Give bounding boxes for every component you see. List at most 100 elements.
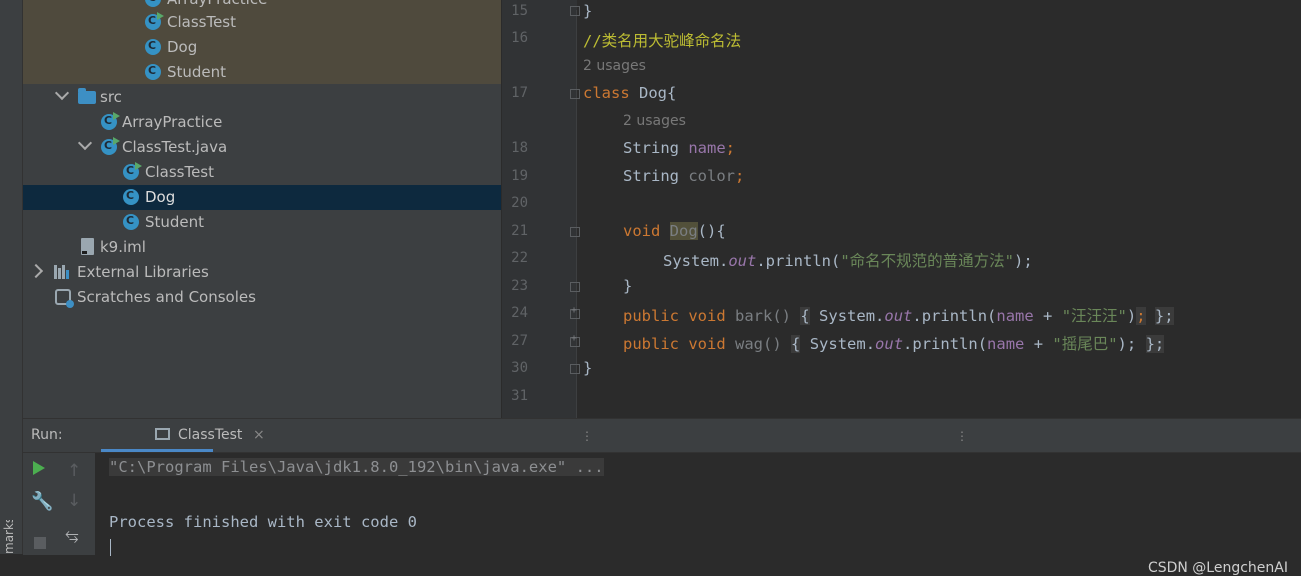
tree-item-scratches[interactable]: Scratches and Consoles xyxy=(23,285,501,310)
fold-expand-icon[interactable] xyxy=(570,305,580,319)
fold-marker-icon[interactable] xyxy=(570,89,580,99)
tree-item-label: Student xyxy=(145,213,205,231)
tree-item-src[interactable]: src xyxy=(23,85,501,110)
line-number: 24 xyxy=(511,305,528,321)
library-icon xyxy=(54,265,72,279)
tree-item-external-libraries[interactable]: External Libraries xyxy=(23,260,501,285)
tree-item-arraypractice[interactable]: ArrayPractice xyxy=(23,110,501,135)
line-number: 27 xyxy=(511,333,528,349)
line-number: 15 xyxy=(511,3,528,19)
java-class-icon xyxy=(145,12,164,30)
stop-icon[interactable] xyxy=(34,537,46,549)
active-tab-indicator xyxy=(101,449,213,452)
tree-item-label: External Libraries xyxy=(77,263,209,281)
code-line-19: String color; xyxy=(623,167,745,185)
scratches-icon xyxy=(55,289,74,308)
java-class-icon xyxy=(145,0,161,7)
usages-hint[interactable]: 2 usages xyxy=(583,58,646,74)
java-class-icon xyxy=(145,64,161,80)
java-class-icon xyxy=(123,189,139,205)
fold-marker-icon[interactable] xyxy=(570,227,580,237)
code-line-21: void Dog(){ xyxy=(623,222,726,240)
line-number: 17 xyxy=(511,85,528,101)
bookmarks-tool-tab[interactable]: marks xyxy=(2,520,20,554)
rerun-icon[interactable] xyxy=(33,461,45,475)
line-number: 22 xyxy=(511,250,528,266)
java-class-icon xyxy=(101,112,120,130)
fold-guide-line xyxy=(576,10,577,418)
text-caret xyxy=(110,539,111,556)
tree-item-k9-iml[interactable]: k9.iml xyxy=(23,235,501,260)
code-line-16: //类名用大驼峰命名法 xyxy=(583,32,742,50)
run-tool-window: Run: ClassTest × ⋮ ⋮ 🔧 ↑ ↓ ⥃ "C:\Program… xyxy=(23,418,1301,576)
code-line-30: } xyxy=(583,359,593,377)
code-line-24: public void bark() { System.out.println(… xyxy=(623,307,1174,325)
java-class-icon xyxy=(123,162,142,180)
more-options-icon[interactable]: ⋮ xyxy=(956,429,968,443)
more-options-icon[interactable]: ⋮ xyxy=(581,429,593,443)
tree-item-dog-out[interactable]: Dog xyxy=(23,35,501,60)
code-editor[interactable]: 15 16 17 18 19 20 21 22 23 24 27 30 31 }… xyxy=(502,0,1301,418)
chevron-down-icon[interactable] xyxy=(54,85,70,101)
tree-item-label: ClassTest.java xyxy=(122,138,228,156)
line-number: 18 xyxy=(511,140,528,156)
watermark: CSDN @LengchenAI xyxy=(1147,560,1288,576)
bookmarks-tab-label: marks xyxy=(2,520,16,554)
tree-item-label: Scratches and Consoles xyxy=(77,288,256,306)
tree-item-student-out[interactable]: Student xyxy=(23,60,501,85)
java-class-icon xyxy=(145,39,161,55)
code-line-27: public void wag() { System.out.println(n… xyxy=(623,335,1165,353)
soft-wrap-icon[interactable]: ⥃ xyxy=(65,525,79,545)
tree-item-classtest-java[interactable]: ClassTest.java xyxy=(23,135,501,160)
tree-item-classtest[interactable]: ClassTest xyxy=(23,160,501,185)
tree-item-student[interactable]: Student xyxy=(23,210,501,235)
project-tree: ArrayPractice ClassTest Dog Student src … xyxy=(23,0,501,418)
wrench-icon[interactable]: 🔧 xyxy=(31,491,53,512)
module-file-icon xyxy=(81,238,94,255)
console-output[interactable]: "C:\Program Files\Java\jdk1.8.0_192\bin\… xyxy=(97,453,1301,576)
tree-item-label: ArrayPractice xyxy=(122,113,223,131)
code-line-17: class Dog{ xyxy=(583,84,677,102)
line-number: 16 xyxy=(511,30,528,46)
run-label: Run: xyxy=(31,427,63,443)
fold-expand-icon[interactable] xyxy=(570,333,580,347)
line-number: 30 xyxy=(511,360,528,376)
fold-marker-icon[interactable] xyxy=(570,6,580,16)
java-file-icon xyxy=(101,137,120,155)
usages-hint[interactable]: 2 usages xyxy=(623,113,686,129)
run-toolbar: 🔧 ↑ ↓ ⥃ xyxy=(23,453,95,555)
folder-icon xyxy=(78,88,96,104)
tree-item-label: ClassTest xyxy=(167,13,237,31)
tree-item-label: k9.iml xyxy=(100,238,146,256)
arrow-down-icon[interactable]: ↓ xyxy=(67,491,81,511)
tab-classtest[interactable]: ClassTest × xyxy=(89,419,265,452)
tree-item-label: ClassTest xyxy=(145,163,215,181)
code-line-18: String name; xyxy=(623,139,736,157)
tab-label: ClassTest xyxy=(178,427,243,443)
java-class-icon xyxy=(123,214,139,230)
chevron-down-icon[interactable] xyxy=(77,135,93,151)
fold-marker-icon[interactable] xyxy=(570,282,580,292)
tree-item-classtest-out[interactable]: ClassTest xyxy=(23,10,501,35)
line-number: 23 xyxy=(511,278,528,294)
code-line-22: System.out.println("命名不规范的普通方法"); xyxy=(663,252,1033,270)
tree-item-dog[interactable]: Dog xyxy=(23,185,501,210)
console-line: "C:\Program Files\Java\jdk1.8.0_192\bin\… xyxy=(109,458,604,476)
arrow-up-icon[interactable]: ↑ xyxy=(67,461,81,481)
line-number: 19 xyxy=(511,168,528,184)
code-line-15: } xyxy=(583,2,593,20)
console-icon xyxy=(155,428,170,440)
tree-item-label: Dog xyxy=(167,38,198,56)
fold-marker-icon[interactable] xyxy=(570,364,580,374)
line-number: 21 xyxy=(511,223,528,239)
console-line: Process finished with exit code 0 xyxy=(109,513,417,531)
tree-item-label: Student xyxy=(167,63,227,81)
run-header: Run: ClassTest × ⋮ ⋮ xyxy=(23,419,1301,453)
tree-item-label: Dog xyxy=(145,188,176,206)
code-line-23: } xyxy=(623,277,633,295)
line-number: 20 xyxy=(511,195,528,211)
chevron-right-icon[interactable] xyxy=(28,263,44,279)
tree-item-label: src xyxy=(100,88,122,106)
close-icon[interactable]: × xyxy=(253,427,265,443)
line-number: 31 xyxy=(511,388,528,404)
